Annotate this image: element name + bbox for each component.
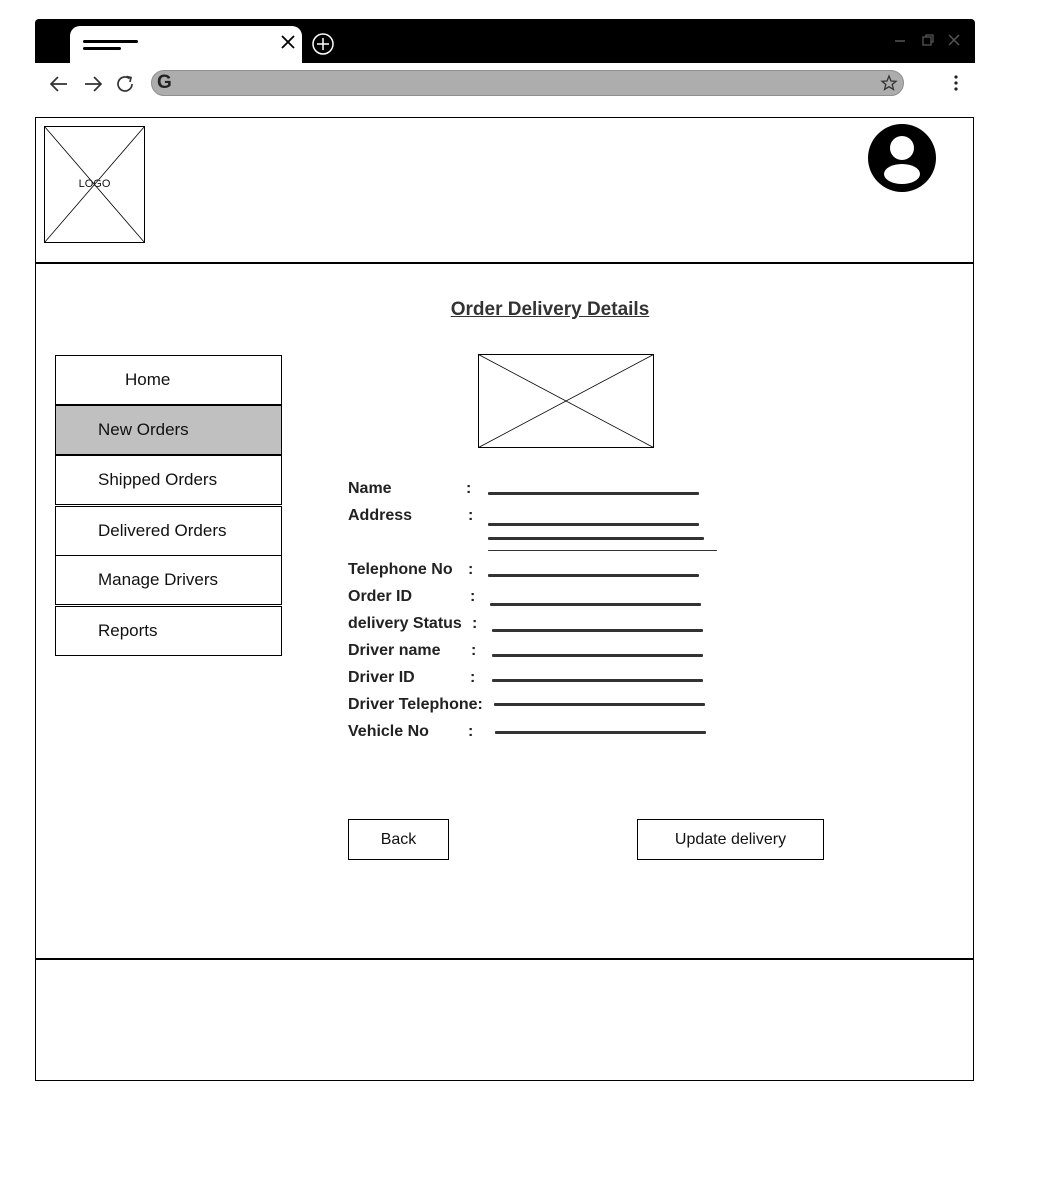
sidebar-item-reports[interactable]: Reports — [55, 606, 282, 656]
delivery-status-value-line — [492, 629, 703, 632]
field-label-driver-id: Driver ID — [348, 669, 415, 686]
field-label-telephone: Telephone No — [348, 561, 453, 578]
tab-close-icon[interactable] — [278, 32, 298, 52]
back-arrow-icon[interactable] — [48, 73, 70, 95]
tab-title-placeholder-line — [83, 47, 121, 50]
sidebar-item-new-orders[interactable]: New Orders — [55, 405, 282, 455]
image-placeholder-icon — [478, 354, 654, 448]
driver-id-value-line — [492, 679, 703, 682]
field-label-driver-name: Driver name — [348, 642, 441, 659]
address-value-line-2 — [488, 537, 704, 540]
driver-name-value-line — [492, 654, 703, 657]
sidebar-item-shipped-orders[interactable]: Shipped Orders — [55, 455, 282, 505]
field-colon: : — [466, 480, 472, 497]
back-button[interactable]: Back — [348, 819, 449, 860]
minimize-icon[interactable] — [892, 32, 908, 48]
sidebar-item-label: New Orders — [98, 420, 189, 439]
field-colon: : — [470, 588, 476, 605]
name-value-line — [488, 492, 699, 495]
sidebar-item-home[interactable]: Home — [55, 355, 282, 405]
field-label-vehicle-no: Vehicle No — [348, 723, 429, 740]
update-delivery-button[interactable]: Update delivery — [637, 819, 824, 860]
order-id-value-line — [490, 603, 701, 606]
field-label-delivery-status: delivery Status — [348, 615, 462, 632]
sidebar-item-label: Delivered Orders — [98, 521, 227, 540]
page-footer — [36, 960, 973, 1080]
header-divider — [35, 262, 974, 264]
driver-telephone-value-line — [494, 703, 705, 706]
field-colon: : — [468, 507, 474, 524]
google-icon: G — [157, 72, 172, 93]
logo-text: LOGO — [78, 178, 111, 190]
field-colon: : — [468, 723, 474, 740]
restore-icon[interactable] — [920, 32, 936, 48]
address-bar[interactable] — [151, 70, 904, 96]
sidebar-item-delivered-orders[interactable]: Delivered Orders — [55, 506, 282, 556]
address-value-line-1 — [488, 523, 699, 526]
address-value-line-3 — [488, 550, 717, 551]
sidebar-item-label: Shipped Orders — [98, 470, 218, 489]
forward-arrow-icon[interactable] — [82, 73, 104, 95]
user-avatar-icon[interactable] — [868, 124, 938, 194]
new-tab-icon[interactable] — [311, 32, 335, 56]
field-colon: : — [471, 642, 477, 659]
sidebar-item-manage-drivers[interactable]: Manage Drivers — [55, 555, 282, 605]
reload-icon[interactable] — [114, 73, 136, 95]
telephone-value-line — [488, 574, 699, 577]
field-label-address: Address — [348, 507, 413, 524]
sidebar-item-label: Reports — [98, 621, 158, 640]
menu-icon[interactable] — [946, 73, 966, 93]
field-colon: : — [472, 615, 478, 632]
sidebar-item-label: Home — [125, 370, 171, 389]
field-label-name: Name — [348, 480, 392, 497]
page-title: Order Delivery Details — [450, 299, 650, 320]
browser-tab[interactable] — [70, 26, 302, 63]
star-icon[interactable] — [879, 73, 899, 93]
field-label-order-id: Order ID — [348, 588, 413, 605]
field-colon: : — [470, 669, 476, 686]
window-close-icon[interactable] — [946, 32, 962, 48]
field-label-driver-telephone: Driver Telephone: — [348, 696, 483, 713]
field-colon: : — [468, 561, 474, 578]
tab-title-placeholder — [83, 40, 138, 43]
vehicle-no-value-line — [495, 731, 706, 734]
sidebar-item-label: Manage Drivers — [98, 570, 218, 589]
